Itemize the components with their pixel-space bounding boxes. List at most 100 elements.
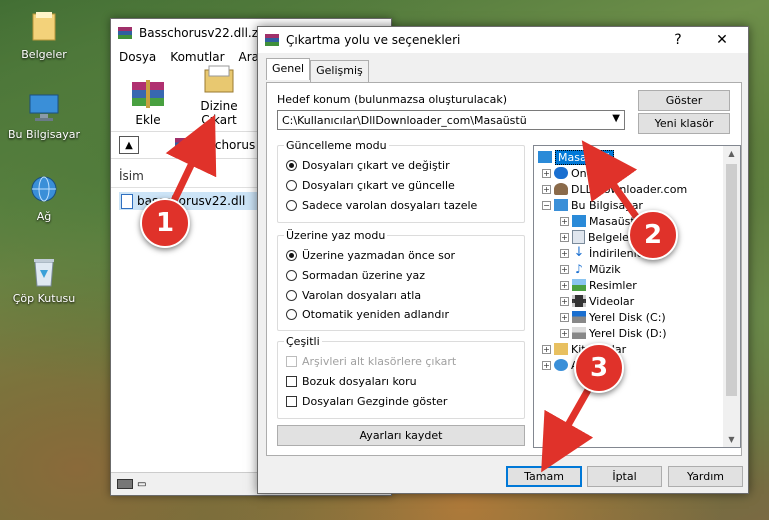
tree-node-pictures[interactable]: + Resimler [560,277,637,293]
checkbox[interactable] [286,376,297,387]
expand-icon[interactable]: + [560,232,569,242]
winrar-title: Basschorusv22.dll.zi [139,26,262,40]
hard-drive-icon [572,311,586,323]
tree-node-videos[interactable]: + Videolar [560,293,634,309]
tree-node-disk-d[interactable]: + Yerel Disk (D:) [560,325,667,341]
tab-general[interactable]: Genel [266,58,311,80]
expand-icon[interactable]: + [560,296,569,306]
scrollbar-thumb[interactable] [726,164,737,396]
update-option-freshen[interactable]: Sadece varolan dosyaları tazele [286,199,477,212]
network-icon [554,359,568,371]
radio-button[interactable] [286,200,297,211]
show-button[interactable]: Göster [638,90,730,111]
step-callout-3: 3 [574,343,624,393]
file-row[interactable]: basschorusv22.dll [119,192,259,210]
document-icon [572,230,585,244]
address-text[interactable]: asschorus [195,138,255,152]
drive-icon [117,479,133,489]
cloud-icon [554,167,568,179]
scroll-down-icon[interactable]: ▼ [723,435,740,444]
collapse-icon[interactable]: − [542,200,551,210]
tree-node-label: OneDrive [571,166,623,180]
tree-node-desktop[interactable]: Masaüstü [538,149,614,165]
tree-node-label: DLL Downloader.com [571,182,688,196]
desktop-icon-label: Bu Bilgisayar [8,128,80,141]
tree-node-label: Resimler [589,278,637,292]
radio-button[interactable] [286,160,297,171]
desktop-icon-documents[interactable]: Belgeler [4,10,84,61]
radio-button[interactable] [286,250,297,261]
tree-node-label: Bu Bilgisayar [571,198,643,212]
desktop-icon-label: Ağ [36,210,52,223]
misc-title: Çeşitli [284,335,322,348]
desktop-icon-recycle-bin[interactable]: Çöp Kutusu [4,256,84,305]
library-folder-icon [554,343,568,355]
option-label: Dosyaları çıkart ve güncelle [302,179,455,192]
file-icon [121,193,133,209]
expand-icon[interactable]: + [542,168,551,178]
expand-icon[interactable]: + [560,216,569,226]
checkbox[interactable] [286,396,297,407]
expand-icon[interactable]: + [542,184,551,194]
expand-icon[interactable]: + [542,344,551,354]
tree-node-music[interactable]: + ♪ Müzik [560,261,621,277]
destination-path-combo[interactable]: C:\Kullanıcılar\DllDownloader_com\Masaüs… [277,110,625,130]
radio-button[interactable] [286,180,297,191]
tree-node-disk-c[interactable]: + Yerel Disk (C:) [560,309,666,325]
misc-option-keep-broken[interactable]: Bozuk dosyaları koru [286,375,417,388]
overwrite-option-rename[interactable]: Otomatik yeniden adlandır [286,308,449,321]
extract-dialog: Çıkartma yolu ve seçenekleri ? ✕ Genel G… [257,26,749,494]
expand-icon[interactable]: + [560,328,569,338]
chevron-down-icon[interactable]: ▼ [612,113,620,124]
scroll-up-icon[interactable]: ▲ [723,149,740,158]
misc-option-show-in-explorer[interactable]: Dosyaları Gezginde göster [286,395,447,408]
expand-icon[interactable]: + [560,248,569,258]
option-label: Üzerine yazmadan önce sor [302,249,456,262]
overwrite-option-skip[interactable]: Varolan dosyaları atla [286,289,421,302]
help-icon[interactable]: ? [660,27,696,53]
help-button[interactable]: Yardım [668,466,743,487]
tab-advanced[interactable]: Gelişmiş [310,60,369,82]
extract-to-button[interactable]: Dizine Çıkart [181,62,257,131]
update-option-extract-update[interactable]: Dosyaları çıkart ve güncelle [286,179,455,192]
add-button[interactable]: Ekle [121,76,175,131]
expand-icon[interactable]: + [560,280,569,290]
film-icon [572,295,586,307]
up-folder-icon[interactable]: ▲ [119,136,139,154]
close-icon[interactable]: ✕ [704,27,740,53]
new-folder-button[interactable]: Yeni klasör [638,113,730,134]
overwrite-option-without-prompt[interactable]: Sormadan üzerine yaz [286,269,425,282]
tree-node-onedrive[interactable]: + OneDrive [542,165,623,181]
folder-tree[interactable]: Masaüstü + OneDrive + DLL Downloader.com… [533,145,741,448]
save-settings-button[interactable]: Ayarları kaydet [277,425,525,446]
tree-scrollbar[interactable]: ▲ ▼ [723,146,740,447]
download-arrow-icon: ↓ [573,245,585,260]
radio-button[interactable] [286,309,297,320]
folder-icon [32,12,56,41]
column-name-label: İsim [119,169,144,183]
update-option-extract-replace[interactable]: Dosyaları çıkart ve değiştir [286,159,450,172]
radio-button[interactable] [286,290,297,301]
option-label: Arşivleri alt klasörlere çıkart [302,355,457,368]
tree-node-label: Belgeler [588,230,634,244]
desktop-icon-network[interactable]: Ağ [4,174,84,223]
radio-button[interactable] [286,270,297,281]
destination-label: Hedef konum (bulunmazsa oluşturulacak) [277,93,507,106]
archive-books-icon [132,80,164,108]
tree-node-label: Yerel Disk (C:) [589,310,666,324]
desktop-icon [572,215,586,227]
network-globe-icon [31,176,57,202]
expand-icon[interactable]: + [560,312,569,322]
tree-node-documents[interactable]: + Belgeler [560,229,633,245]
overwrite-option-ask[interactable]: Üzerine yazmadan önce sor [286,249,455,262]
winrar-app-icon [265,34,279,46]
option-label: Sormadan üzerine yaz [302,269,426,282]
ok-button[interactable]: Tamam [506,466,582,487]
cancel-button[interactable]: İptal [587,466,662,487]
menu-file[interactable]: Dosya [119,50,156,64]
expand-icon[interactable]: + [560,264,569,274]
tree-node-user[interactable]: + DLL Downloader.com [542,181,687,197]
desktop-icon-this-pc[interactable]: Bu Bilgisayar [4,92,84,141]
expand-icon[interactable]: + [542,360,551,370]
tree-node-this-pc[interactable]: − Bu Bilgisayar [542,197,643,213]
